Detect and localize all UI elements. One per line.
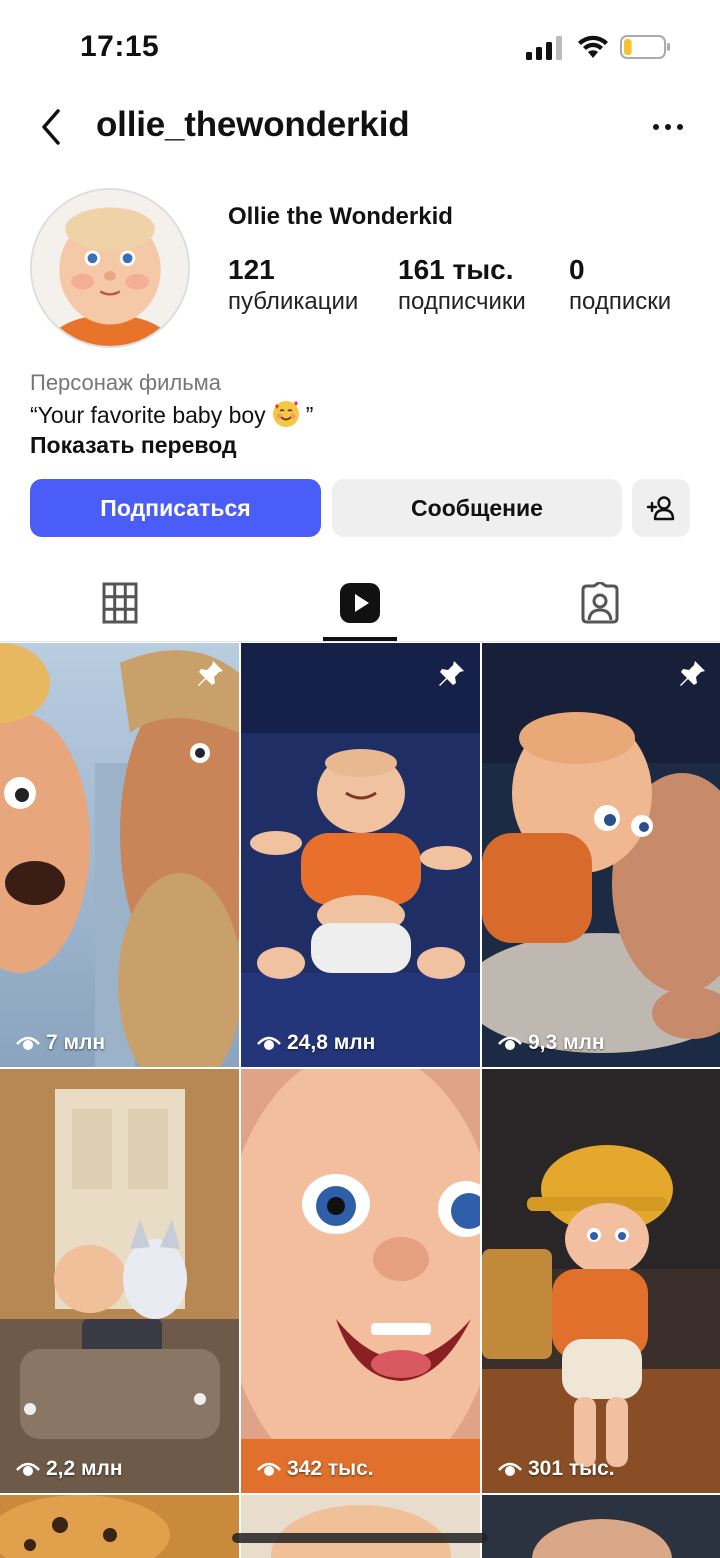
followers-count[interactable]: 161 тыс. подписчики xyxy=(398,254,526,316)
tab-posts-grid[interactable] xyxy=(0,564,240,642)
back-arrow-icon[interactable] xyxy=(32,105,72,149)
reel-view-count: 301 тыс. xyxy=(498,1457,615,1481)
profile-display-name: Ollie the Wonderkid xyxy=(228,203,453,230)
reel-thumbnail xyxy=(241,643,480,1067)
eye-icon xyxy=(498,1036,522,1050)
follow-button[interactable]: Подписаться xyxy=(30,479,321,537)
bio-text-start: “Your favorite baby boy xyxy=(30,402,266,428)
suggested-accounts-button[interactable] xyxy=(632,479,690,537)
message-button-label: Сообщение xyxy=(411,494,543,521)
stat-label: подписки xyxy=(569,288,672,315)
cellular-signal-icon xyxy=(526,36,562,60)
stat-value: 121 xyxy=(228,254,275,285)
pin-icon xyxy=(680,661,705,686)
home-indicator[interactable] xyxy=(232,1533,488,1543)
reel-tile[interactable]: 7 млн xyxy=(0,643,239,1067)
eye-icon xyxy=(16,1036,40,1050)
reel-tile[interactable]: 301 тыс. xyxy=(482,1069,720,1493)
reel-tile[interactable]: 342 тыс. xyxy=(241,1069,480,1493)
pin-icon xyxy=(439,661,464,686)
reel-view-count: 2,2 млн xyxy=(16,1457,123,1481)
view-count-label: 9,3 млн xyxy=(528,1031,605,1054)
battery-icon xyxy=(620,35,670,59)
reel-tile[interactable] xyxy=(482,1495,720,1558)
content-tabs xyxy=(0,564,720,642)
reel-tile[interactable] xyxy=(0,1495,239,1558)
reel-view-count: 9,3 млн xyxy=(498,1031,605,1055)
show-translation-link[interactable]: Показать перевод xyxy=(30,432,237,459)
tab-reels[interactable] xyxy=(240,564,480,642)
active-tab-indicator xyxy=(323,637,397,641)
eye-icon xyxy=(16,1462,40,1476)
message-button[interactable]: Сообщение xyxy=(332,479,622,537)
view-count-label: 301 тыс. xyxy=(528,1457,615,1480)
reel-tile[interactable]: 24,8 млн xyxy=(241,643,480,1067)
status-time: 17:15 xyxy=(80,30,160,63)
stat-value: 161 тыс. xyxy=(398,254,514,285)
view-count-label: 7 млн xyxy=(46,1031,106,1054)
eye-icon xyxy=(498,1462,522,1476)
wifi-icon xyxy=(578,35,608,58)
bio-text-end: ” xyxy=(305,402,314,428)
view-count-label: 2,2 млн xyxy=(46,1457,123,1480)
reel-tile[interactable] xyxy=(241,1495,480,1558)
view-count-label: 24,8 млн xyxy=(287,1031,376,1054)
profile-header: ollie_thewonderkid xyxy=(0,95,720,159)
status-bar: 17:15 xyxy=(0,0,720,92)
bio-text: “Your favorite baby boy ” xyxy=(30,400,313,429)
reel-tile[interactable]: 9,3 млн xyxy=(482,643,720,1067)
stat-label: подписчики xyxy=(398,288,526,315)
reel-thumbnail xyxy=(482,643,720,1067)
stat-label: публикации xyxy=(228,288,359,315)
following-count[interactable]: 0 подписки xyxy=(569,254,671,316)
reel-view-count: 7 млн xyxy=(16,1031,105,1055)
reel-thumbnail xyxy=(0,643,239,1067)
posts-count[interactable]: 121 публикации xyxy=(228,254,358,316)
reel-thumbnail xyxy=(0,1495,239,1558)
more-options-icon[interactable] xyxy=(646,109,690,145)
reel-thumbnail xyxy=(482,1069,720,1493)
reel-view-count: 24,8 млн xyxy=(257,1031,375,1055)
bio-category: Персонаж фильма xyxy=(30,370,222,395)
tab-tagged[interactable] xyxy=(480,564,720,642)
eye-icon xyxy=(257,1462,281,1476)
reel-thumbnail xyxy=(0,1069,239,1493)
profile-screen: 17:15 ollie_thewonderkid Ollie the Wonde… xyxy=(0,0,720,1558)
view-count-label: 342 тыс. xyxy=(287,1457,374,1480)
profile-avatar[interactable] xyxy=(30,188,190,348)
stat-value: 0 xyxy=(569,254,585,285)
reel-view-count: 342 тыс. xyxy=(257,1457,374,1481)
smiling-face-with-hearts-icon xyxy=(272,401,299,427)
reel-tile[interactable]: 2,2 млн xyxy=(0,1069,239,1493)
eye-icon xyxy=(257,1036,281,1050)
grid-icon xyxy=(102,582,138,624)
reel-thumbnail xyxy=(482,1495,720,1558)
pin-icon xyxy=(198,661,223,686)
follow-button-label: Подписаться xyxy=(100,494,251,521)
reel-thumbnail xyxy=(241,1495,480,1558)
add-person-icon xyxy=(646,496,675,521)
reels-icon xyxy=(340,583,380,623)
tagged-person-icon xyxy=(581,582,619,624)
profile-username: ollie_thewonderkid xyxy=(96,105,410,144)
reel-thumbnail xyxy=(241,1069,480,1493)
